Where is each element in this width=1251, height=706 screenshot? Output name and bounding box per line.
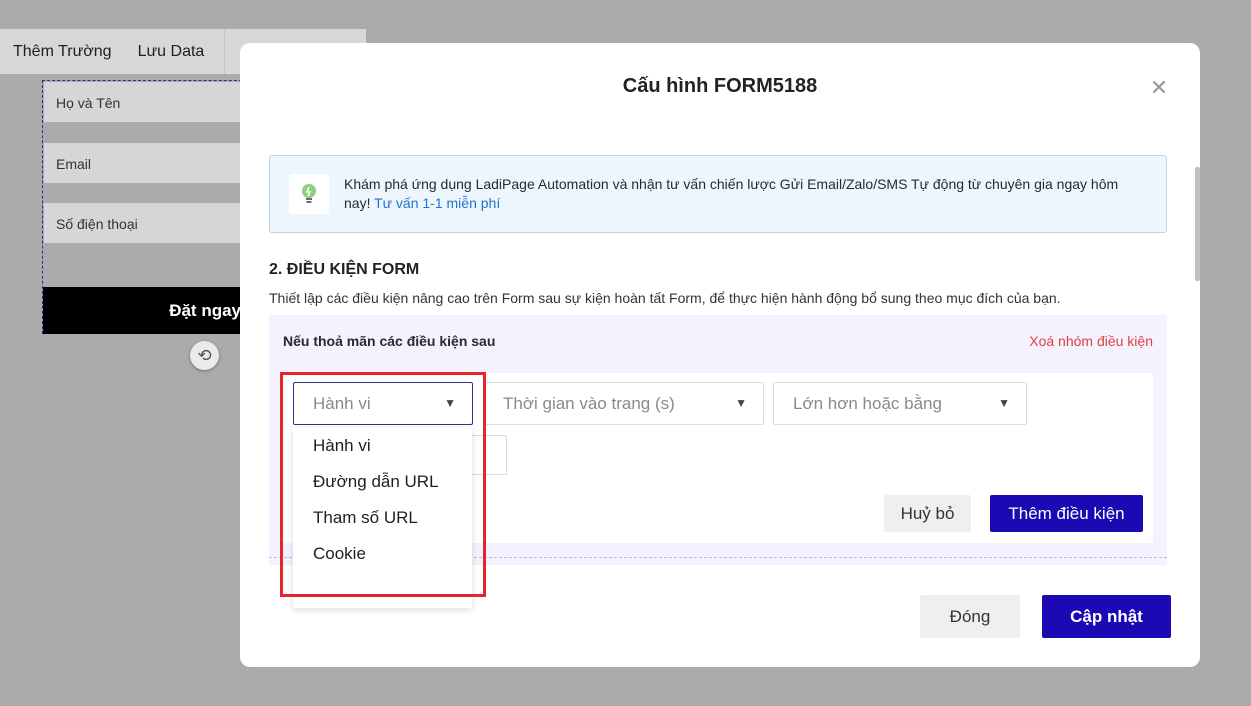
lightbulb-icon: [289, 174, 329, 214]
banner-text: Khám phá ứng dụng LadiPage Automation và…: [344, 175, 1144, 213]
modal-scrollbar[interactable]: [1195, 167, 1200, 281]
consult-link[interactable]: Tư vấn 1-1 miễn phí: [374, 195, 500, 211]
form-config-modal: Cấu hình FORM5188 ✕ Khám phá ứng dụng La…: [240, 43, 1200, 667]
delete-group-link[interactable]: Xoá nhóm điều kiện: [1029, 333, 1153, 349]
toolbar-divider: [224, 29, 225, 74]
section-description: Thiết lập các điều kiện nâng cao trên Fo…: [269, 290, 1061, 306]
condition-type-dropdown: Hành vi Đường dẫn URL Tham số URL Cookie: [293, 428, 472, 608]
chevron-down-icon: ▼: [998, 396, 1010, 410]
close-button[interactable]: Đóng: [920, 595, 1020, 638]
dropdown-option-behavior[interactable]: Hành vi: [313, 436, 371, 456]
form-field-email[interactable]: Email: [44, 143, 252, 183]
close-icon[interactable]: ✕: [1148, 77, 1170, 99]
condition-field-select[interactable]: Thời gian vào trang (s) ▼: [483, 382, 764, 425]
condition-field-value: Thời gian vào trang (s): [503, 394, 675, 413]
condition-operator-select[interactable]: Lớn hơn hoặc bằng ▼: [773, 382, 1027, 425]
automation-banner: Khám phá ứng dụng LadiPage Automation và…: [269, 155, 1167, 233]
form-field-name[interactable]: Họ và Tên: [44, 82, 252, 122]
condition-group-label: Nếu thoả mãn các điều kiện sau: [283, 333, 496, 349]
chevron-down-icon: ▼: [444, 396, 456, 410]
save-data-button[interactable]: Lưu Data: [125, 43, 218, 61]
condition-operator-value: Lớn hơn hoặc bằng: [793, 394, 942, 413]
update-button[interactable]: Cập nhật: [1042, 595, 1171, 638]
form-preview[interactable]: Họ và Tên Email Số điện thoại Đặt ngay: [42, 80, 253, 334]
add-field-button[interactable]: Thêm Trường: [0, 43, 125, 61]
dropdown-option-cookie[interactable]: Cookie: [313, 544, 366, 564]
condition-type-value: Hành vi: [313, 394, 371, 413]
form-field-phone[interactable]: Số điện thoại: [44, 203, 252, 243]
form-submit-button[interactable]: Đặt ngay: [43, 287, 253, 334]
condition-type-select[interactable]: Hành vi ▼: [293, 382, 473, 425]
add-condition-button[interactable]: Thêm điều kiện: [990, 495, 1143, 532]
dropdown-option-url[interactable]: Đường dẫn URL: [313, 472, 439, 492]
dropdown-option-url-param[interactable]: Tham số URL: [313, 508, 418, 528]
section-title: 2. ĐIỀU KIỆN FORM: [269, 261, 420, 278]
rotate-icon[interactable]: ⟲: [190, 341, 219, 370]
cancel-button[interactable]: Huỷ bỏ: [884, 495, 971, 532]
modal-title: Cấu hình FORM5188: [622, 75, 818, 97]
chevron-down-icon: ▼: [735, 396, 747, 410]
